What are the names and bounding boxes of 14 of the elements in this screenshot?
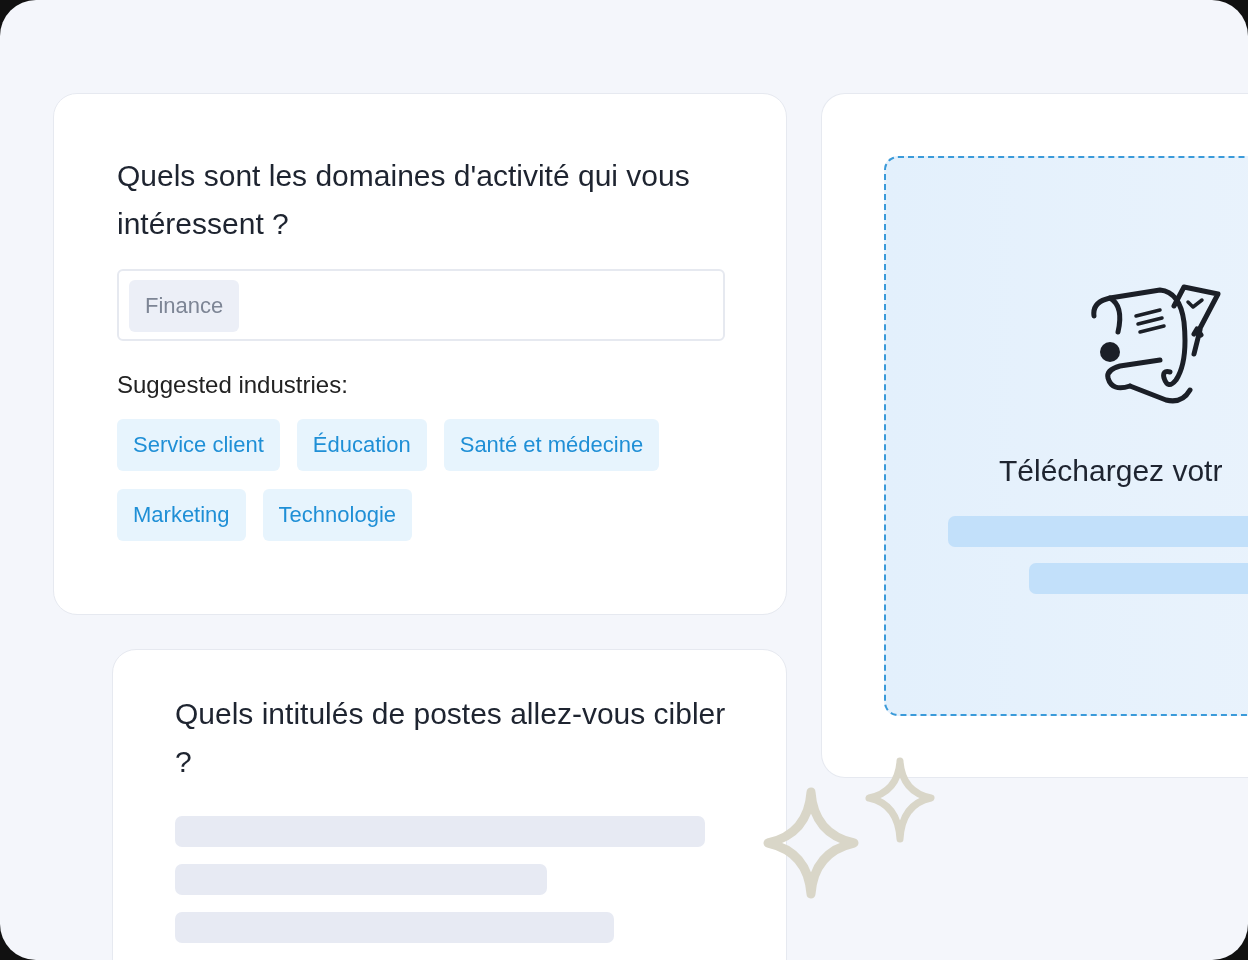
selected-tag[interactable]: Finance (129, 280, 240, 332)
suggestion-chip[interactable]: Éducation (296, 419, 427, 471)
suggestion-chip[interactable]: Service client (117, 419, 280, 471)
suggestion-chip[interactable]: Technologie (262, 489, 413, 541)
tag-input-field[interactable]: Finance (117, 269, 725, 341)
suggestion-chip[interactable]: Marketing (117, 489, 246, 541)
upload-title: Téléchargez votr (999, 454, 1223, 488)
upload-dropzone[interactable]: Téléchargez votr (884, 156, 1248, 716)
sparkle-icon (864, 756, 936, 844)
suggestion-chip[interactable]: Santé et médecine (443, 419, 660, 471)
question-title: Quels sont les domaines d'activité qui vous intéressent ? (117, 158, 691, 242)
question-title: Quels intitulés de postes allez-vous cibler ? (175, 696, 726, 780)
sparkle-icon (762, 786, 860, 900)
suggestions-label: Suggested industries: (117, 371, 348, 399)
